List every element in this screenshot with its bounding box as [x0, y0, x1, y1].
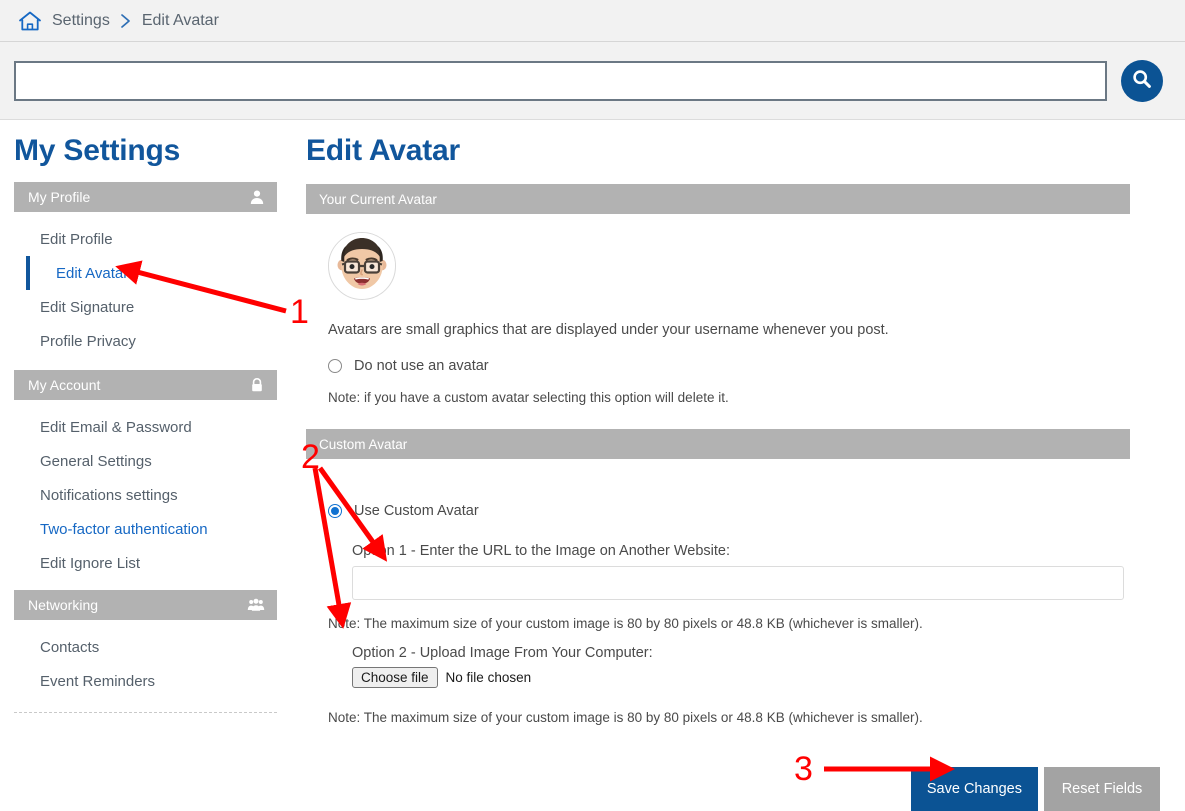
sidebar-item-profile-privacy[interactable]: Profile Privacy: [14, 324, 292, 358]
sidebar-divider: [14, 712, 277, 713]
sidebar-item-event-reminders[interactable]: Event Reminders: [14, 664, 292, 698]
avatar: [328, 232, 396, 300]
sidebar-item-edit-profile[interactable]: Edit Profile: [14, 222, 292, 256]
avatar-description: Avatars are small graphics that are disp…: [328, 322, 889, 338]
chevron-right-icon: [120, 13, 132, 29]
main-content: Edit Avatar Your Current Avatar Avatars …: [292, 130, 1185, 811]
panel-body-custom-avatar: Use Custom Avatar Option 1 - Enter the U…: [306, 459, 1161, 811]
sidebar-item-label: General Settings: [40, 452, 152, 470]
file-upload-row: Choose file No file chosen: [352, 667, 1161, 688]
breadcrumb-item-settings[interactable]: Settings: [52, 12, 110, 30]
sidebar-group-label: My Account: [28, 377, 101, 393]
choose-file-button[interactable]: Choose file: [352, 667, 438, 688]
option2-note: Note: The maximum size of your custom im…: [328, 710, 923, 725]
sidebar-group-my-profile: My Profile: [14, 182, 277, 212]
option1-note: Note: The maximum size of your custom im…: [328, 616, 923, 631]
breadcrumb: Settings Edit Avatar: [0, 0, 1185, 42]
lock-icon: [249, 377, 265, 393]
page-title: Edit Avatar: [306, 134, 460, 167]
sidebar-group-my-account: My Account: [14, 370, 277, 400]
use-custom-avatar-radio[interactable]: [328, 504, 342, 518]
sidebar-item-contacts[interactable]: Contacts: [14, 630, 292, 664]
sidebar-item-edit-ignore-list[interactable]: Edit Ignore List: [14, 546, 292, 580]
search-bar: [0, 42, 1185, 120]
search-icon: [1130, 67, 1154, 94]
page-body: My Settings My Profile Edit Profile Edit…: [0, 120, 1185, 811]
sidebar-list-my-profile: Edit Profile Edit Avatar Edit Signature …: [14, 222, 292, 358]
option1-label: Option 1 - Enter the URL to the Image on…: [352, 543, 731, 559]
panel-body-current-avatar: Avatars are small graphics that are disp…: [306, 214, 1161, 405]
panel-header-label: Your Current Avatar: [319, 191, 437, 207]
sidebar-item-label: Two-factor authentication: [40, 520, 208, 538]
user-icon: [249, 189, 265, 205]
sidebar-list-networking: Contacts Event Reminders: [14, 630, 292, 698]
sidebar-title: My Settings: [14, 134, 181, 167]
sidebar-item-label: Edit Avatar: [56, 264, 129, 282]
sidebar-group-label: Networking: [28, 597, 99, 613]
form-actions: Save Changes Reset Fields: [328, 767, 1161, 811]
sidebar-item-label: Edit Ignore List: [40, 554, 141, 572]
home-icon[interactable]: [18, 10, 42, 32]
reset-fields-button[interactable]: Reset Fields: [1044, 767, 1160, 811]
no-avatar-radio-label: Do not use an avatar: [354, 358, 489, 374]
sidebar-item-label: Profile Privacy: [40, 332, 136, 350]
file-status-label: No file chosen: [445, 670, 532, 685]
sidebar-item-two-factor-authentication[interactable]: Two-factor authentication: [14, 512, 292, 546]
panel-header-custom-avatar: Custom Avatar: [306, 429, 1130, 459]
panel-header-current-avatar: Your Current Avatar: [306, 184, 1130, 214]
sidebar-item-edit-signature[interactable]: Edit Signature: [14, 290, 292, 324]
use-custom-avatar-radio-row[interactable]: Use Custom Avatar: [328, 503, 1161, 519]
sidebar-item-edit-email-password[interactable]: Edit Email & Password: [14, 410, 292, 444]
no-avatar-radio[interactable]: [328, 359, 342, 373]
sidebar-item-label: Event Reminders: [40, 672, 156, 690]
no-avatar-radio-row[interactable]: Do not use an avatar: [328, 358, 1161, 374]
sidebar-list-my-account: Edit Email & Password General Settings N…: [14, 410, 292, 580]
memoji-avatar-icon: [329, 233, 395, 299]
sidebar-item-general-settings[interactable]: General Settings: [14, 444, 292, 478]
sidebar: My Settings My Profile Edit Profile Edit…: [0, 130, 292, 811]
search-input[interactable]: [14, 60, 1107, 101]
sidebar-item-label: Edit Profile: [40, 230, 113, 248]
option2-label: Option 2 - Upload Image From Your Comput…: [352, 645, 653, 661]
sidebar-item-label: Edit Signature: [40, 298, 135, 316]
sidebar-item-label: Contacts: [40, 638, 100, 656]
panel-header-label: Custom Avatar: [319, 436, 408, 452]
sidebar-group-networking: Networking: [14, 590, 277, 620]
breadcrumb-item-current: Edit Avatar: [141, 11, 219, 29]
sidebar-group-label: My Profile: [28, 189, 91, 205]
group-icon: [247, 598, 265, 612]
sidebar-item-notifications-settings[interactable]: Notifications settings: [14, 478, 292, 512]
sidebar-item-label: Edit Email & Password: [40, 418, 192, 436]
sidebar-item-label: Notifications settings: [40, 486, 178, 504]
avatar-url-input[interactable]: [352, 566, 1124, 600]
use-custom-avatar-radio-label: Use Custom Avatar: [354, 503, 479, 519]
sidebar-item-edit-avatar[interactable]: Edit Avatar: [26, 256, 292, 290]
search-button[interactable]: [1121, 59, 1163, 102]
no-avatar-note: Note: if you have a custom avatar select…: [328, 390, 729, 405]
save-changes-button[interactable]: Save Changes: [910, 767, 1038, 811]
